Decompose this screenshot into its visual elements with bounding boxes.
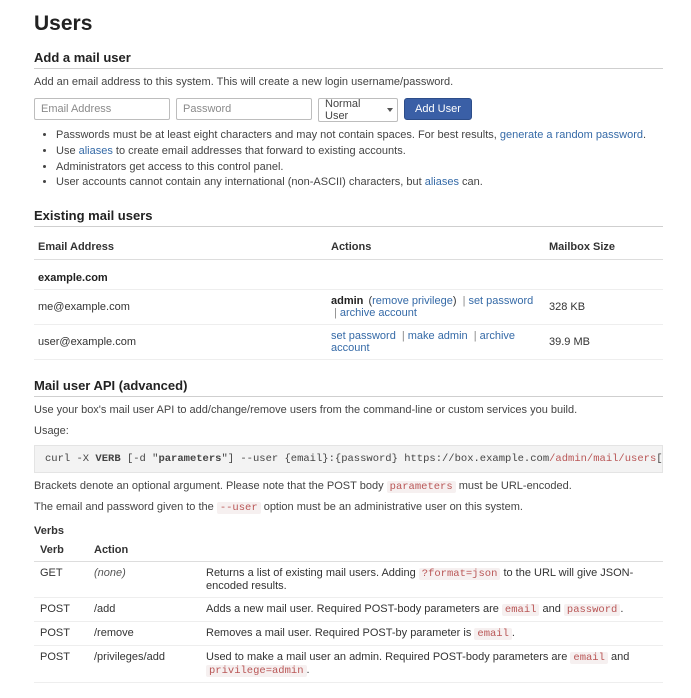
api-desc: Use your box's mail user API to add/chan… [34, 403, 663, 418]
email-field[interactable] [34, 98, 170, 120]
col-action: Action [88, 539, 200, 562]
admin-badge: admin [331, 295, 363, 307]
users-table: Email Address Actions Mailbox Size examp… [34, 235, 663, 360]
api-note-2: The email and password given to the --us… [34, 500, 663, 515]
domain-header: example.com [34, 260, 663, 290]
verbs-table: Verb Action GET (none) Returns a list of… [34, 539, 663, 683]
heading-api: Mail user API (advanced) [34, 378, 663, 397]
table-row: user@example.com set password |make admi… [34, 325, 663, 360]
set-password-link[interactable]: set password [331, 330, 396, 342]
verb-row: POST /remove Removes a mail user. Requir… [34, 622, 663, 646]
archive-account-link[interactable]: archive account [340, 307, 417, 319]
verb-row: POST /privileges/add Used to make a mail… [34, 646, 663, 683]
col-actions: Actions [327, 235, 545, 260]
api-note-1: Brackets denote an optional argument. Pl… [34, 479, 663, 494]
add-user-desc: Add an email address to this system. Thi… [34, 75, 663, 90]
table-row: me@example.com admin (remove privilege) … [34, 290, 663, 325]
add-user-form: Normal User Add User [34, 98, 663, 122]
page-title: Users [34, 12, 663, 36]
generate-password-link[interactable]: generate a random password [500, 129, 643, 141]
cell-email: user@example.com [34, 325, 327, 360]
cell-size: 39.9 MB [545, 325, 663, 360]
cell-email: me@example.com [34, 290, 327, 325]
verbs-heading: Verbs [34, 525, 663, 537]
note-aliases: Use aliases to create email addresses th… [56, 144, 663, 159]
privilege-select-value: Normal User [325, 98, 381, 122]
remove-privilege-link[interactable]: remove privilege [372, 295, 453, 307]
cell-actions: admin (remove privilege) |set password |… [327, 290, 545, 325]
col-email: Email Address [34, 235, 327, 260]
note-admins: Administrators get access to this contro… [56, 160, 663, 175]
aliases-link-2[interactable]: aliases [425, 176, 459, 188]
col-desc [200, 539, 663, 562]
heading-existing: Existing mail users [34, 208, 663, 227]
privilege-select[interactable]: Normal User [318, 98, 398, 122]
aliases-link[interactable]: aliases [79, 145, 113, 157]
verb-row: GET (none) Returns a list of existing ma… [34, 562, 663, 598]
note-intl: User accounts cannot contain any interna… [56, 175, 663, 190]
verb-row: POST /add Adds a new mail user. Required… [34, 598, 663, 622]
col-verb: Verb [34, 539, 88, 562]
col-size: Mailbox Size [545, 235, 663, 260]
cell-actions: set password |make admin |archive accoun… [327, 325, 545, 360]
make-admin-link[interactable]: make admin [408, 330, 468, 342]
cell-size: 328 KB [545, 290, 663, 325]
add-user-button[interactable]: Add User [404, 98, 472, 120]
note-pw: Passwords must be at least eight charact… [56, 128, 663, 143]
usage-code: curl -X VERB [-d "parameters"] --user {e… [34, 445, 663, 473]
add-user-notes: Passwords must be at least eight charact… [42, 128, 663, 190]
set-password-link[interactable]: set password [468, 295, 533, 307]
heading-add-user: Add a mail user [34, 50, 663, 69]
password-field[interactable] [176, 98, 312, 120]
chevron-down-icon [387, 108, 393, 112]
usage-label: Usage: [34, 424, 663, 439]
